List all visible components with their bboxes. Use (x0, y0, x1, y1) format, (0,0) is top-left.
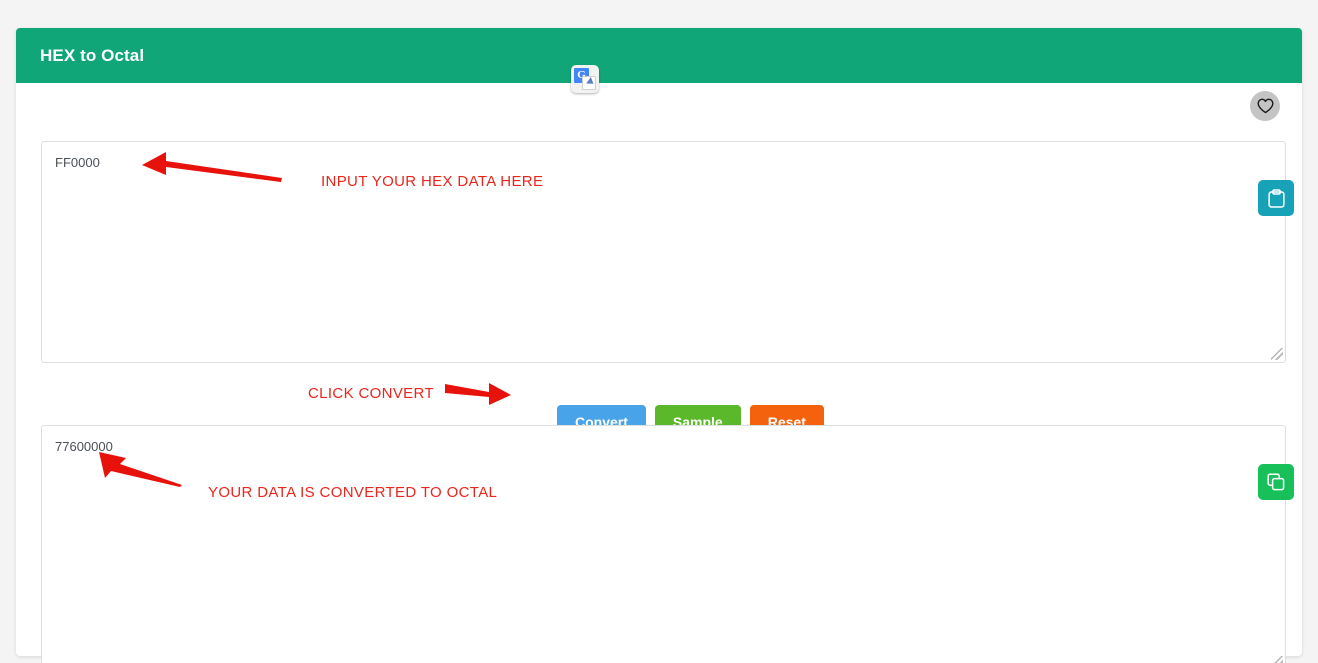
resize-grip-icon[interactable] (1271, 348, 1283, 360)
hex-input-textarea[interactable]: FF0000 (41, 141, 1286, 363)
octal-output-container: 77600000 (41, 425, 1286, 663)
copy-button[interactable] (1258, 464, 1294, 500)
octal-output-value: 77600000 (55, 439, 113, 454)
copy-icon (1267, 473, 1285, 491)
annotation-output-text: YOUR DATA IS CONVERTED TO OCTAL (208, 484, 498, 501)
hex-input-value: FF0000 (55, 155, 100, 170)
converter-card: HEX to Octal FF0000 Convert Sample Reset (16, 28, 1302, 663)
annotation-convert-text: CLICK CONVERT (308, 385, 434, 402)
heart-icon (1257, 98, 1273, 114)
page-root: HEX to Octal FF0000 Convert Sample Reset (0, 0, 1318, 663)
google-translate-icon[interactable]: G (571, 65, 599, 93)
card-header: HEX to Octal (16, 28, 1302, 83)
annotation-input-text: INPUT YOUR HEX DATA HERE (321, 173, 544, 190)
resize-grip-icon[interactable] (1271, 656, 1283, 663)
page-title: HEX to Octal (40, 45, 145, 65)
favorite-button[interactable] (1250, 91, 1280, 121)
octal-output-textarea[interactable]: 77600000 (41, 425, 1286, 663)
hex-input-container: FF0000 (41, 141, 1286, 363)
paste-button[interactable] (1258, 180, 1294, 216)
clipboard-icon (1267, 188, 1285, 208)
